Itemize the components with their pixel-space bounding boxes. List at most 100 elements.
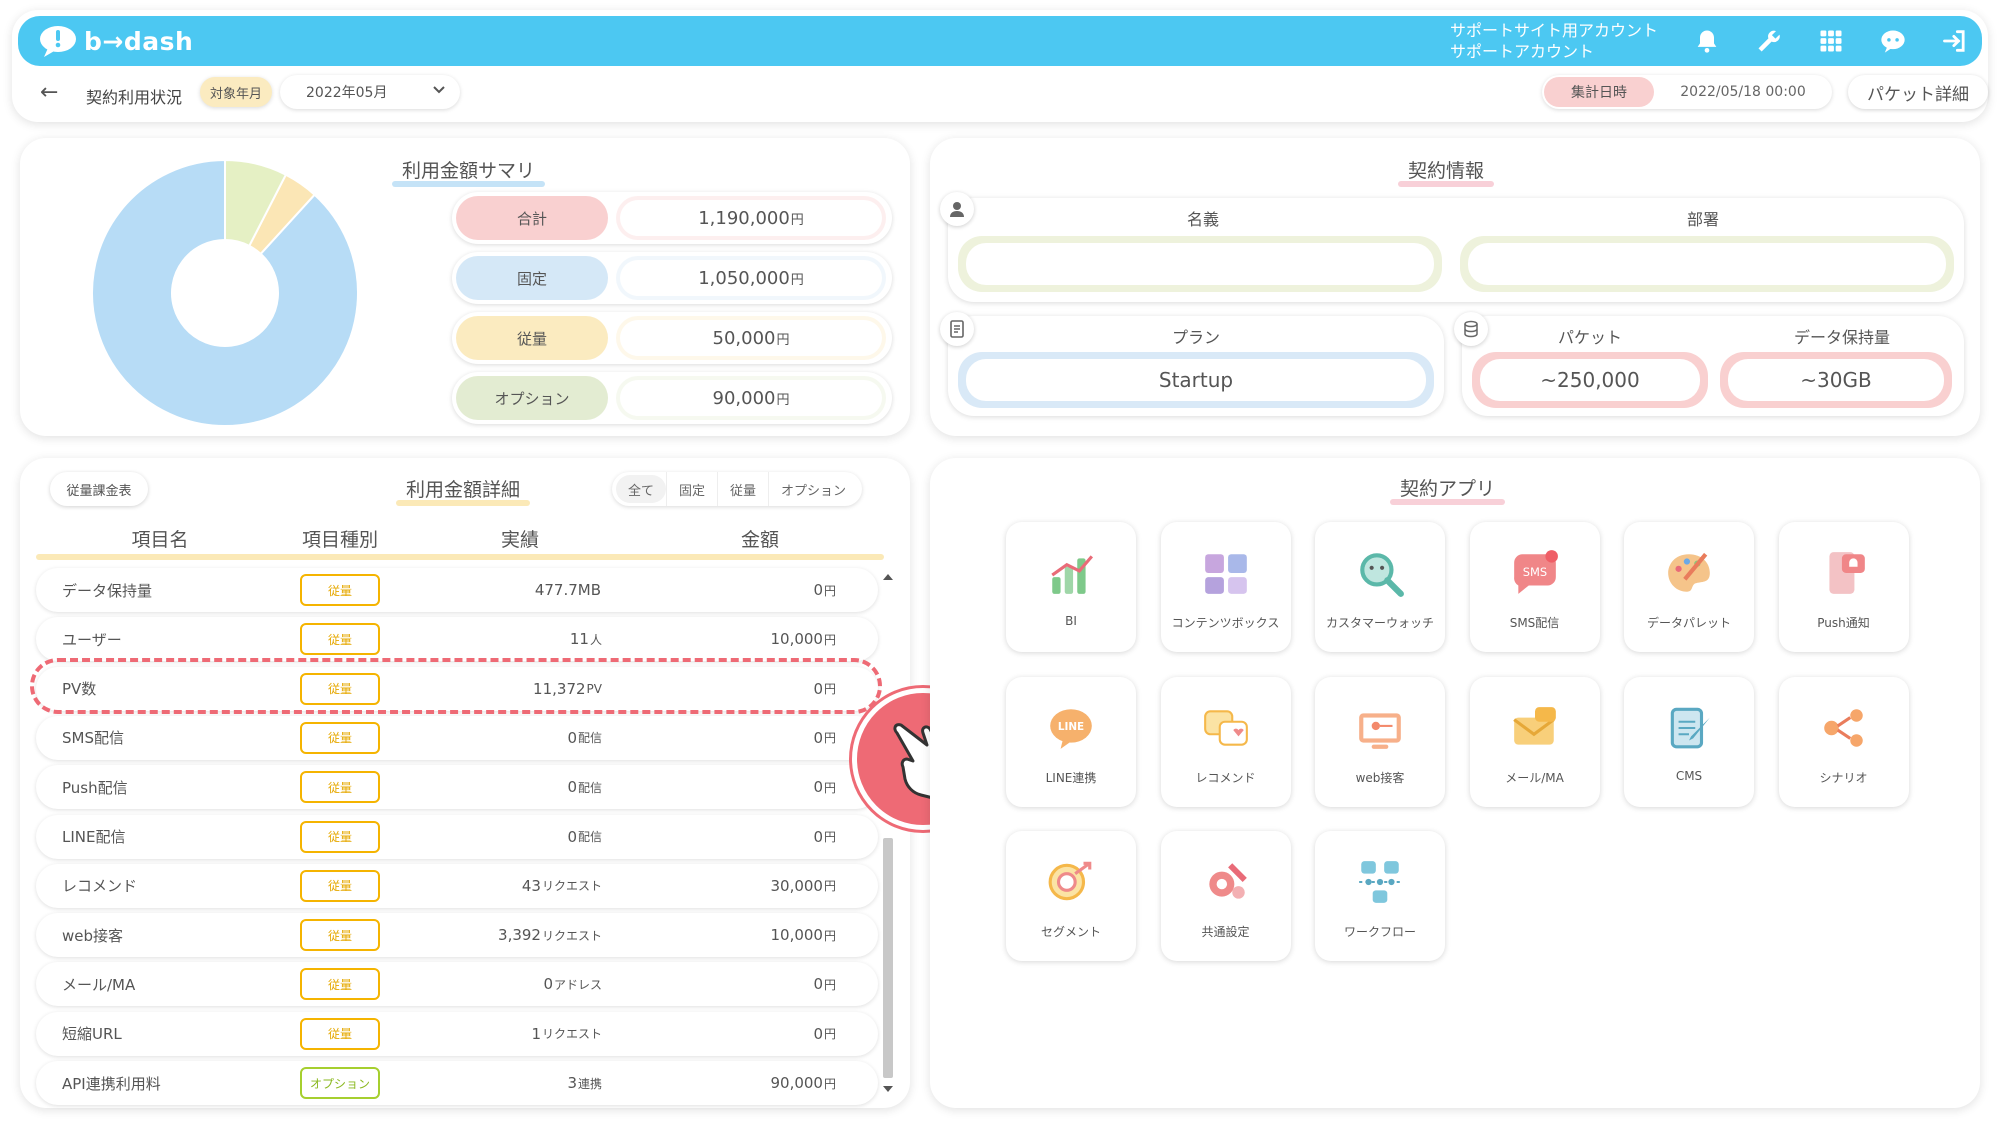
row-item-type: 従量 xyxy=(300,1012,380,1056)
app-tile[interactable]: データパレット xyxy=(1624,522,1754,652)
logo-text: b→dash xyxy=(84,26,194,56)
app-tile[interactable]: LINE LINE連携 xyxy=(1006,676,1136,807)
grid-icon[interactable] xyxy=(1800,20,1862,62)
filter-fixed[interactable]: 固定 xyxy=(666,472,717,506)
table-row[interactable]: メール/MA 従量 0 アドレス 0 円 xyxy=(36,962,878,1007)
logo[interactable]: b→dash xyxy=(38,22,193,60)
sub-header: ← 契約利用状況 対象年月 2022年05月 集計日時 2022/05/18 0… xyxy=(18,70,1988,116)
app-tile[interactable]: セグメント xyxy=(1006,831,1136,961)
table-row[interactable]: レコメンド 従量 43 リクエスト 30,000 円 xyxy=(36,863,878,908)
scroll-thumb[interactable] xyxy=(883,838,893,1078)
column-header-amount: 金額 xyxy=(740,529,779,551)
bell-icon[interactable] xyxy=(1676,20,1738,62)
packet-detail-button[interactable]: パケット詳細 xyxy=(1848,75,1988,109)
app-label: セグメント xyxy=(1040,925,1101,939)
table-row[interactable]: データ保持量 従量 477.7MB 0 円 xyxy=(36,568,878,612)
row-amount-value: 90,000 xyxy=(770,1074,823,1092)
scroll-down-icon[interactable] xyxy=(882,1084,894,1094)
table-row[interactable]: SMS配信 従量 0 配信 0 円 xyxy=(36,715,878,760)
row-item-name: メール/MA xyxy=(62,975,136,994)
app-tile[interactable]: 共通設定 xyxy=(1160,831,1291,961)
table-row[interactable]: Push配信 従量 0 配信 0 円 xyxy=(36,765,878,810)
app-label: Push通知 xyxy=(1817,616,1870,630)
filter-all[interactable]: 全て xyxy=(616,475,667,503)
svg-text:LINE: LINE xyxy=(1058,721,1084,733)
app-tile[interactable]: BI xyxy=(1006,522,1136,652)
table-row[interactable]: web接客 従量 3,392 リクエスト 10,000 円 xyxy=(36,913,878,958)
summary-row-label: 合計 xyxy=(456,196,608,240)
app-tile[interactable]: レコメンド xyxy=(1160,676,1291,807)
summary-value-unit: 円 xyxy=(790,272,804,288)
row-result-unit: リクエスト xyxy=(541,928,602,943)
row-result-unit: 人 xyxy=(589,632,602,647)
sms-icon: SMS xyxy=(1513,550,1558,594)
row-result: 3 連携 xyxy=(416,1061,602,1105)
logo-bubble-icon xyxy=(38,24,80,58)
chat-bot-icon[interactable] xyxy=(1862,20,1924,62)
app-label: LINE連携 xyxy=(1045,770,1097,785)
row-amount-unit: 円 xyxy=(823,731,836,746)
recommend-icon xyxy=(1203,709,1248,746)
row-result-value: 0 xyxy=(567,778,577,797)
row-amount: 30,000 円 xyxy=(656,864,836,908)
row-amount: 0円 xyxy=(656,815,836,859)
summary-row-label: 固定 xyxy=(456,256,608,300)
row-amount-unit: 円 xyxy=(823,879,836,894)
row-item-name: データ保持量 xyxy=(62,581,153,600)
aggregation-label: 集計日時 xyxy=(1544,77,1654,107)
type-badge: 従量 xyxy=(300,968,380,1001)
filter-usage[interactable]: 従量 xyxy=(717,472,768,506)
account-info[interactable]: サポートサイト用アカウント サポートアカウント xyxy=(1450,20,1658,62)
column-header-type: 項目種別 xyxy=(301,529,378,551)
app-tile[interactable]: SMS SMS配信 xyxy=(1469,522,1600,652)
usage-fee-table-button[interactable]: 従量課金表 xyxy=(50,472,148,506)
row-result: 0 配信 xyxy=(416,765,602,809)
plan-value: Startup xyxy=(966,359,1426,401)
row-result: 1 リクエスト xyxy=(416,1012,602,1056)
summary-card: 利用金額サマリ 合計 1,190,000 円固定 1,050,000 円従量 50,000… xyxy=(20,138,910,436)
table-row[interactable]: LINE配信 従量 0 配信 0 円 xyxy=(36,814,878,859)
type-badge: 従量 xyxy=(300,623,380,656)
row-amount-value: 30,000 xyxy=(770,876,823,895)
row-result: 477.7MB xyxy=(416,568,602,612)
row-item-type: 従量 xyxy=(300,913,380,957)
filter-option[interactable]: オプション xyxy=(768,472,858,506)
row-amount-unit: 円 xyxy=(823,1027,836,1042)
table-row[interactable]: 短縮URL 従量 1 リクエスト 0 円 xyxy=(36,1011,878,1056)
period-select[interactable]: 2022年05月 xyxy=(280,75,460,109)
customer-watch-icon xyxy=(1360,553,1404,597)
app-tile[interactable]: CMS xyxy=(1624,676,1754,807)
row-result-unit: 配信 xyxy=(577,780,602,795)
app-tile[interactable]: カスタマーウォッチ xyxy=(1315,522,1445,652)
back-arrow-icon[interactable]: ← xyxy=(40,80,58,105)
aggregation-value: 2022/05/18 00:00 xyxy=(1680,84,1806,100)
summary-row: 従量 50,000 円 xyxy=(452,312,892,364)
table-row[interactable]: API連携利用料 オプション 3 連携 90,000 円 xyxy=(36,1061,878,1105)
scroll-up-icon[interactable] xyxy=(882,572,894,582)
summary-title: 利用金額サマリ xyxy=(392,156,546,187)
account-line-1: サポートサイト用アカウント xyxy=(1450,21,1659,40)
app-tile[interactable]: Push通知 xyxy=(1778,522,1909,652)
row-result-unit: リクエスト xyxy=(541,879,602,894)
row-amount-unit: 円 xyxy=(823,928,836,943)
row-result-unit: 配信 xyxy=(577,731,602,746)
database-icon xyxy=(1454,312,1488,346)
plan-box: プラン Startup xyxy=(948,316,1444,416)
table-scrollbar[interactable] xyxy=(880,570,894,1100)
app-tile[interactable]: コンテンツボックス xyxy=(1160,522,1291,652)
type-badge: 従量 xyxy=(300,820,380,853)
name-value xyxy=(966,243,1434,285)
app-tile[interactable]: メール/MA xyxy=(1469,676,1600,807)
wrench-icon[interactable] xyxy=(1738,20,1800,62)
logout-icon[interactable] xyxy=(1924,20,1986,62)
app-tile[interactable]: web接客 xyxy=(1315,676,1445,807)
table-row[interactable]: ユーザー 従量 11 人 10,000 円 xyxy=(36,617,878,662)
app-tile[interactable]: ワークフロー xyxy=(1315,831,1445,961)
row-amount-unit: 円 xyxy=(823,583,836,598)
svg-text:SMS: SMS xyxy=(1522,565,1546,579)
app-tile[interactable]: シナリオ xyxy=(1778,676,1909,807)
summary-value-unit: 円 xyxy=(776,332,790,348)
chevron-down-icon xyxy=(432,82,446,100)
row-item-name: SMS配信 xyxy=(62,729,124,748)
row-item-type: 従量 xyxy=(300,716,380,760)
